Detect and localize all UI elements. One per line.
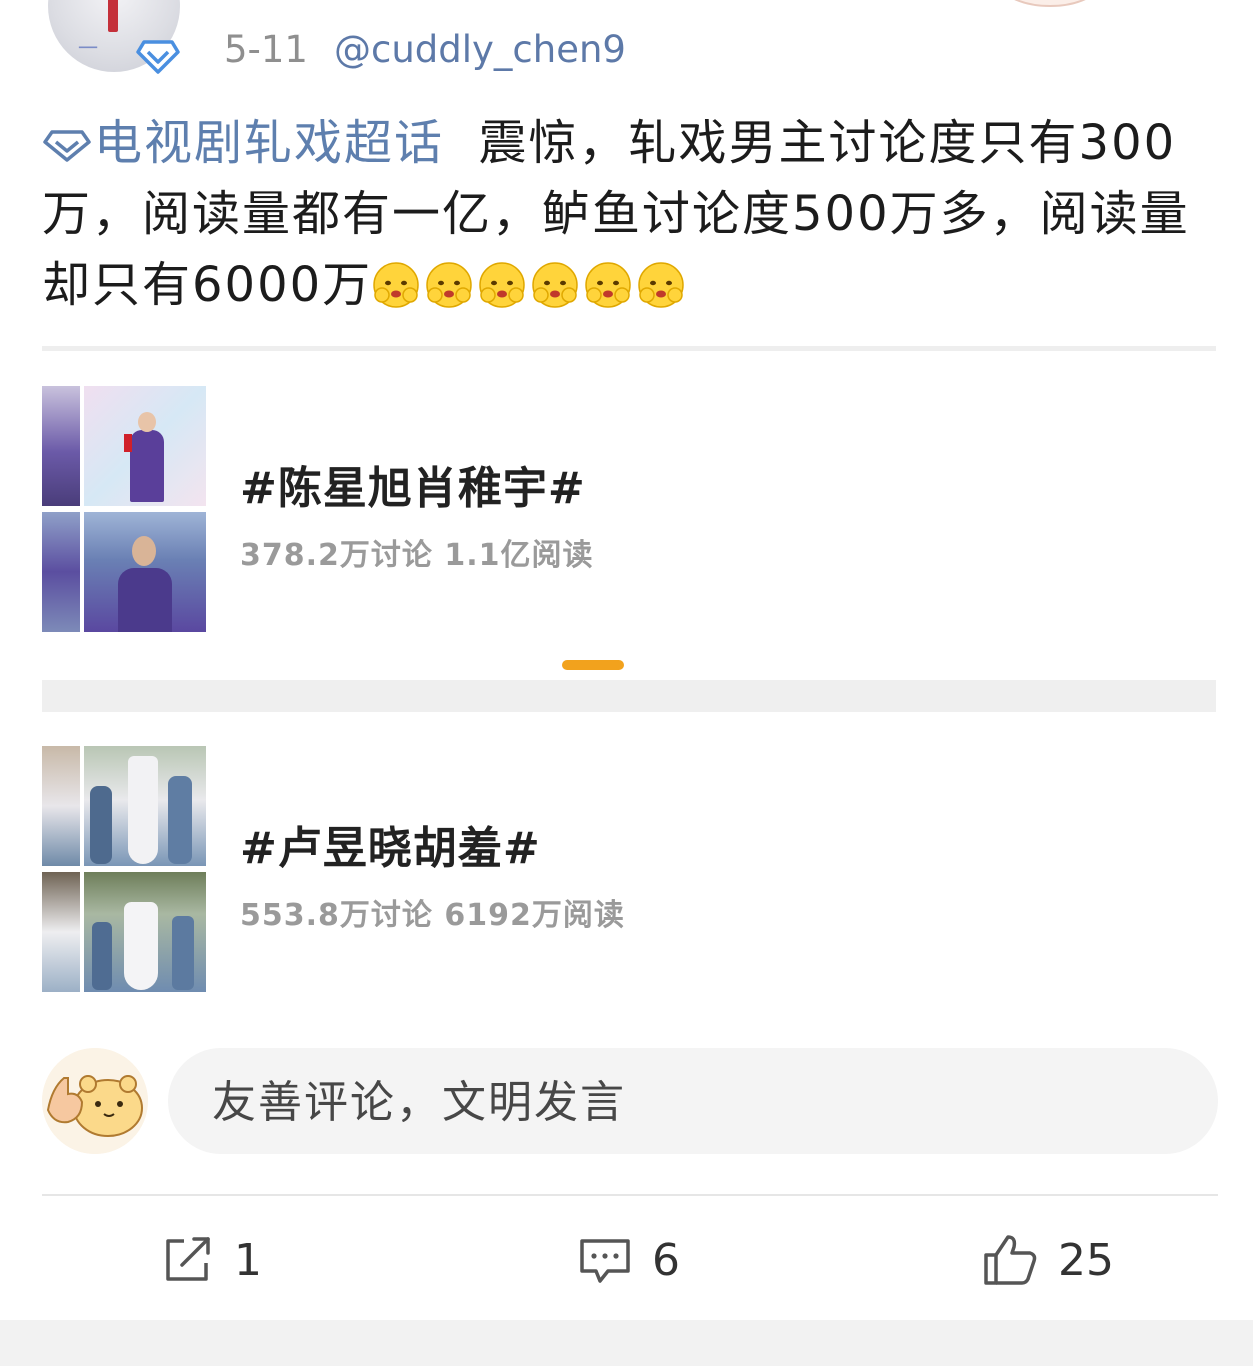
- topic-card[interactable]: #卢昱晓胡羞# 553.8万讨论 6192万阅读: [42, 746, 1216, 996]
- footer-separator: [0, 1320, 1253, 1366]
- supertopic-link[interactable]: 电视剧轧戏超话: [42, 115, 444, 171]
- topic-title[interactable]: #陈星旭肖稚宇#: [240, 452, 586, 516]
- topic-thumbnail-grid: [42, 386, 206, 632]
- supertopic-label: 电视剧轧戏超话: [94, 115, 445, 171]
- author-username[interactable]: @cuddly_chen9: [334, 28, 626, 71]
- action-bar-divider: [42, 1194, 1218, 1196]
- repost-icon: [166, 1237, 210, 1281]
- avatar-figure: [108, 0, 118, 32]
- avatar-glyph: 一: [78, 36, 98, 60]
- repost-count: 1: [234, 1234, 262, 1286]
- comment-count: 6: [652, 1234, 680, 1286]
- topic-thumbnail-grid: [42, 746, 206, 992]
- carousel-page-indicator: [562, 660, 624, 670]
- card-separator: [42, 680, 1216, 712]
- like-button[interactable]: 25: [982, 1228, 1114, 1292]
- decorative-sticker-icon: ✦ ✦ ✿: [1014, 0, 1086, 7]
- topic-stats: 378.2万讨论 1.1亿阅读: [240, 538, 594, 573]
- repost-button[interactable]: 1: [162, 1228, 262, 1292]
- topic-title[interactable]: #卢昱晓胡羞#: [240, 812, 541, 876]
- emoji-row: [372, 257, 690, 313]
- current-user-avatar[interactable]: [42, 1048, 148, 1154]
- comment-button[interactable]: 6: [578, 1228, 680, 1292]
- section-divider: [42, 346, 1216, 351]
- post-text: 电视剧轧戏超话 震惊，轧戏男主讨论度只有300万，阅读量都有一亿，鲈鱼讨论度50…: [42, 108, 1217, 321]
- shy-face-emoji-icon: [479, 262, 525, 308]
- thumbnail-image: [42, 386, 80, 506]
- shy-face-emoji-icon: [373, 262, 419, 308]
- thumbnail-image: [84, 512, 206, 632]
- shy-face-emoji-icon: [532, 262, 578, 308]
- thumbnail-image: [42, 746, 80, 866]
- comment-input[interactable]: [210, 1048, 1174, 1156]
- post-meta: 5-11 @cuddly_chen9: [224, 26, 626, 74]
- thumbnail-image: [84, 386, 206, 506]
- thumbnail-image: [84, 746, 206, 866]
- like-count: 25: [1058, 1234, 1114, 1286]
- thumbs-up-icon: [984, 1235, 1037, 1285]
- supertopic-diamond-icon: [43, 130, 91, 162]
- comment-icon: [580, 1239, 630, 1283]
- vip-diamond-icon: [136, 40, 180, 74]
- topic-stats: 553.8万讨论 6192万阅读: [240, 898, 625, 933]
- post-date: 5-11: [224, 28, 308, 71]
- shy-face-emoji-icon: [585, 262, 631, 308]
- comment-input-box[interactable]: [168, 1048, 1218, 1156]
- bear-sticker-icon: [42, 1048, 148, 1154]
- thumbnail-image: [42, 872, 80, 992]
- topic-card[interactable]: #陈星旭肖稚宇# 378.2万讨论 1.1亿阅读: [42, 386, 1216, 636]
- thumbnail-image: [84, 872, 206, 992]
- thumbnail-image: [42, 512, 80, 632]
- shy-face-emoji-icon: [426, 262, 472, 308]
- shy-face-emoji-icon: [638, 262, 684, 308]
